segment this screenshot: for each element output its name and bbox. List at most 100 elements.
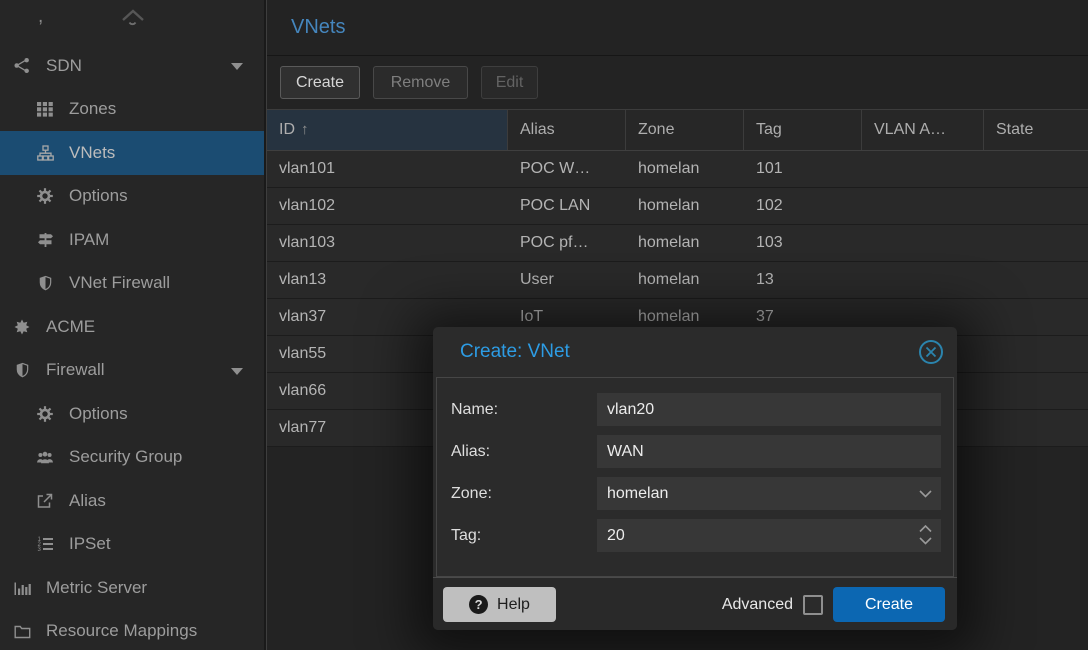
table-row[interactable]: vlan101 POC W… homelan 101	[267, 151, 1088, 188]
dialog-footer: ? Help Advanced Create	[433, 577, 957, 630]
zone-select[interactable]	[597, 477, 941, 510]
sidebar-item-options-sdn[interactable]: Options	[0, 175, 264, 219]
svg-text:3: 3	[38, 547, 42, 552]
table-cell: 101	[744, 151, 862, 187]
edit-button[interactable]: Edit	[481, 66, 538, 99]
table-cell	[984, 373, 1088, 409]
column-header-state[interactable]: State	[984, 110, 1088, 150]
table-cell: homelan	[626, 262, 744, 298]
sort-asc-icon: ↑	[301, 121, 309, 138]
sidebar-item-label: VNets	[69, 143, 115, 163]
page-title: VNets	[291, 16, 345, 38]
sidebar-item-sdn[interactable]: SDN	[0, 44, 264, 88]
signpost-icon	[36, 231, 54, 248]
advanced-checkbox[interactable]	[803, 595, 823, 615]
table-row[interactable]: vlan103 POC pf… homelan 103	[267, 225, 1088, 262]
sidebar-item-label: IPAM	[69, 230, 109, 250]
table-cell	[984, 262, 1088, 298]
grid-icon	[36, 101, 54, 118]
zone-label: Zone:	[451, 485, 597, 503]
sidebar-item-acme[interactable]: ACME	[0, 305, 264, 349]
table-cell	[984, 299, 1088, 335]
sidebar-item-firewall[interactable]: Firewall	[0, 349, 264, 393]
table-cell	[862, 188, 984, 224]
table-cell: vlan101	[267, 151, 508, 187]
toolbar: Create Remove Edit	[267, 56, 1088, 109]
table-cell: POC W…	[508, 151, 626, 187]
sidebar-item-label: Zones	[69, 99, 116, 119]
table-row[interactable]: vlan13 User homelan 13	[267, 262, 1088, 299]
spinner-up-icon[interactable]	[919, 525, 932, 533]
table-cell	[862, 225, 984, 261]
alias-label: Alias:	[451, 443, 597, 461]
help-button-label: Help	[497, 596, 530, 614]
sidebar-item-ipam[interactable]: IPAM	[0, 218, 264, 262]
column-header-alias[interactable]: Alias	[508, 110, 626, 150]
table-cell: homelan	[626, 225, 744, 261]
column-header-tag[interactable]: Tag	[744, 110, 862, 150]
table-cell: User	[508, 262, 626, 298]
dialog-title: Create: VNet	[460, 341, 570, 363]
sidebar-item-alias[interactable]: Alias	[0, 479, 264, 523]
nav-sidebar: , SDN	[0, 0, 266, 650]
seal-icon	[13, 318, 31, 335]
sidebar-item-label: Resource Mappings	[46, 621, 197, 641]
name-input[interactable]	[597, 393, 941, 426]
sidebar-scroll-area: ,	[0, 0, 264, 44]
folder-icon	[13, 623, 31, 640]
table-cell	[862, 151, 984, 187]
column-header-vlan-aware[interactable]: VLAN A…	[862, 110, 984, 150]
close-icon[interactable]	[919, 340, 943, 364]
table-cell: POC LAN	[508, 188, 626, 224]
table-cell: vlan102	[267, 188, 508, 224]
chevron-down-icon[interactable]	[230, 366, 244, 376]
table-cell	[984, 188, 1088, 224]
sitemap-icon	[36, 144, 54, 161]
sidebar-item-label: Metric Server	[46, 578, 147, 598]
chevron-down-icon[interactable]	[230, 61, 244, 71]
remove-button[interactable]: Remove	[373, 66, 468, 99]
table-cell	[984, 336, 1088, 372]
partial-scrolled-item: ,	[38, 6, 43, 28]
sidebar-item-resource-mappings[interactable]: Resource Mappings	[0, 610, 264, 650]
dialog-create-button[interactable]: Create	[833, 587, 945, 622]
tag-input[interactable]	[597, 519, 941, 552]
sidebar-item-label: Alias	[69, 491, 106, 511]
proxmox-sdn-vnets-screen: , SDN	[0, 0, 1088, 650]
spinner-down-icon[interactable]	[919, 537, 932, 545]
sidebar-item-label: Firewall	[46, 360, 105, 380]
column-header-id[interactable]: ID ↑	[267, 110, 508, 150]
gear-icon	[36, 188, 54, 205]
create-button[interactable]: Create	[280, 66, 360, 99]
help-button[interactable]: ? Help	[443, 587, 556, 622]
table-cell: vlan13	[267, 262, 508, 298]
dialog-header[interactable]: Create: VNet	[433, 327, 957, 377]
alias-input[interactable]	[597, 435, 941, 468]
tag-label: Tag:	[451, 527, 597, 545]
advanced-label: Advanced	[722, 596, 793, 614]
scroll-up-icon[interactable]	[119, 6, 147, 28]
sidebar-item-zones[interactable]: Zones	[0, 88, 264, 132]
shield-icon	[36, 275, 54, 292]
sidebar-item-vnets[interactable]: VNets	[0, 131, 264, 175]
share-nodes-icon	[13, 57, 31, 74]
gear-icon	[36, 405, 54, 422]
column-header-zone[interactable]: Zone	[626, 110, 744, 150]
table-cell: 102	[744, 188, 862, 224]
table-cell: homelan	[626, 151, 744, 187]
sidebar-item-label: IPSet	[69, 534, 111, 554]
create-vnet-dialog: Create: VNet Name: Alias: Zon	[433, 327, 957, 630]
sidebar-item-options-firewall[interactable]: Options	[0, 392, 264, 436]
table-cell: POC pf…	[508, 225, 626, 261]
sidebar-item-ipset[interactable]: 1 2 3 IPSet	[0, 523, 264, 567]
sidebar-item-metric-server[interactable]: Metric Server	[0, 566, 264, 610]
sidebar-item-security-group[interactable]: Security Group	[0, 436, 264, 480]
table-cell	[984, 410, 1088, 446]
table-row[interactable]: vlan102 POC LAN homelan 102	[267, 188, 1088, 225]
sidebar-item-vnet-firewall[interactable]: VNet Firewall	[0, 262, 264, 306]
table-cell	[984, 151, 1088, 187]
list-ordered-icon: 1 2 3	[36, 536, 54, 553]
column-label: ID	[279, 121, 295, 138]
table-cell	[862, 262, 984, 298]
chevron-down-icon[interactable]	[919, 490, 932, 498]
